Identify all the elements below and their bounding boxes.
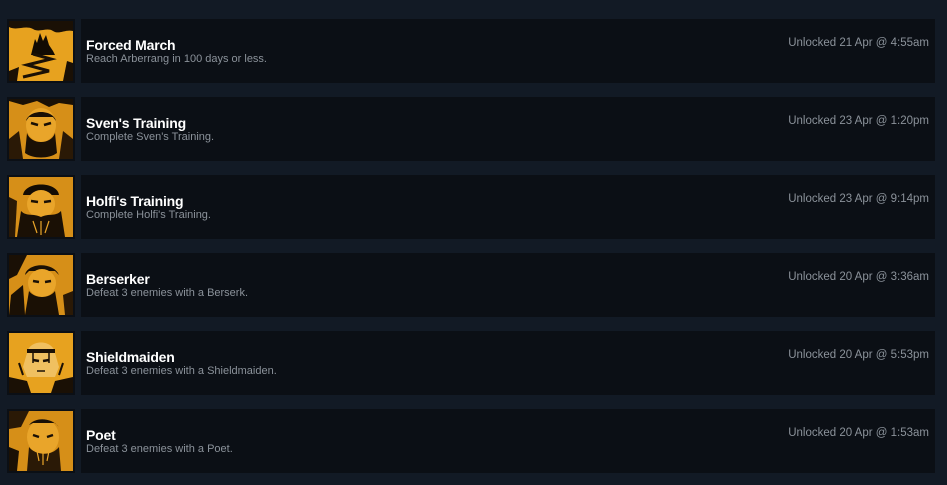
unlock-timestamp: Unlocked 21 Apr @ 4:55am [788, 37, 929, 49]
row-divider [75, 253, 81, 317]
zigzag-path-icon [9, 21, 73, 81]
achievement-title: Forced March [86, 37, 176, 53]
achievement-description: Complete Sven's Training. [86, 131, 215, 143]
achievement-row-shieldmaiden[interactable]: Shieldmaiden Defeat 3 enemies with a Shi… [7, 331, 935, 395]
achievement-title: Shieldmaiden [86, 349, 175, 365]
achievement-row-holfis-training[interactable]: Holfi's Training Complete Holfi's Traini… [7, 175, 935, 239]
row-divider [75, 331, 81, 395]
achievement-row-forced-march[interactable]: Forced March Reach Arberrang in 100 days… [7, 19, 935, 83]
unlock-timestamp: Unlocked 23 Apr @ 1:20pm [788, 115, 929, 127]
achievement-row-berserker[interactable]: Berserker Defeat 3 enemies with a Berser… [7, 253, 935, 317]
row-divider [75, 19, 81, 83]
unlock-timestamp: Unlocked 20 Apr @ 1:53am [788, 427, 929, 439]
holfi-portrait-icon [9, 177, 73, 237]
achievement-row-svens-training[interactable]: Sven's Training Complete Sven's Training… [7, 97, 935, 161]
poet-portrait-icon [9, 411, 73, 471]
unlock-timestamp: Unlocked 23 Apr @ 9:14pm [788, 193, 929, 205]
berserker-portrait-icon [9, 255, 73, 315]
achievement-title: Poet [86, 427, 116, 443]
achievement-title: Berserker [86, 271, 150, 287]
row-divider [75, 175, 81, 239]
achievement-description: Defeat 3 enemies with a Poet. [86, 443, 233, 455]
achievement-description: Defeat 3 enemies with a Berserk. [86, 287, 249, 299]
achievement-description: Defeat 3 enemies with a Shieldmaiden. [86, 365, 277, 377]
shieldmaiden-portrait-icon [9, 333, 73, 393]
achievement-title: Sven's Training [86, 115, 186, 131]
achievement-description: Reach Arberrang in 100 days or less. [86, 53, 267, 65]
achievement-description: Complete Holfi's Training. [86, 209, 211, 221]
row-divider [75, 409, 81, 473]
unlock-timestamp: Unlocked 20 Apr @ 5:53pm [788, 349, 929, 361]
achievement-list: Forced March Reach Arberrang in 100 days… [0, 0, 947, 485]
achievement-row-poet[interactable]: Poet Defeat 3 enemies with a Poet. Unloc… [7, 409, 935, 473]
sven-portrait-icon [9, 99, 73, 159]
row-divider [75, 97, 81, 161]
unlock-timestamp: Unlocked 20 Apr @ 3:36am [788, 271, 929, 283]
achievement-title: Holfi's Training [86, 193, 184, 209]
